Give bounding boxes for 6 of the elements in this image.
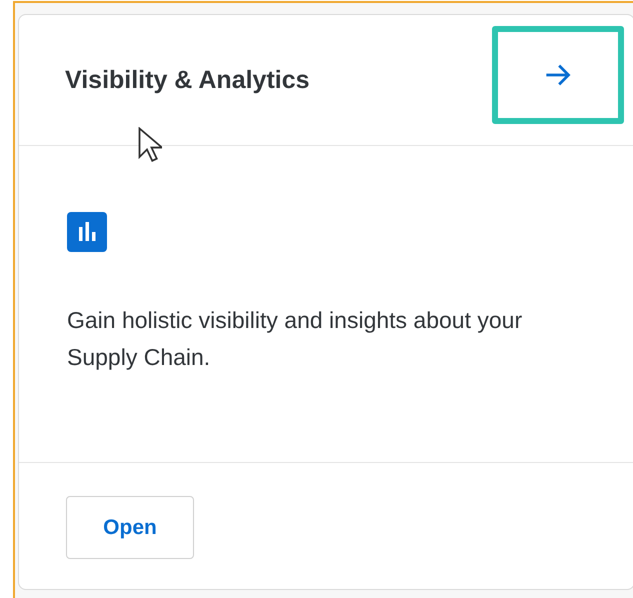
card-description: Gain holistic visibility and insights about your Supply Chain. — [67, 306, 524, 372]
mouse-cursor-icon — [138, 127, 162, 163]
card-title: Visibility & Analytics — [65, 66, 310, 94]
navigate-button[interactable] — [492, 26, 624, 124]
bar-chart-icon — [67, 212, 107, 252]
open-button[interactable]: Open — [66, 496, 194, 559]
